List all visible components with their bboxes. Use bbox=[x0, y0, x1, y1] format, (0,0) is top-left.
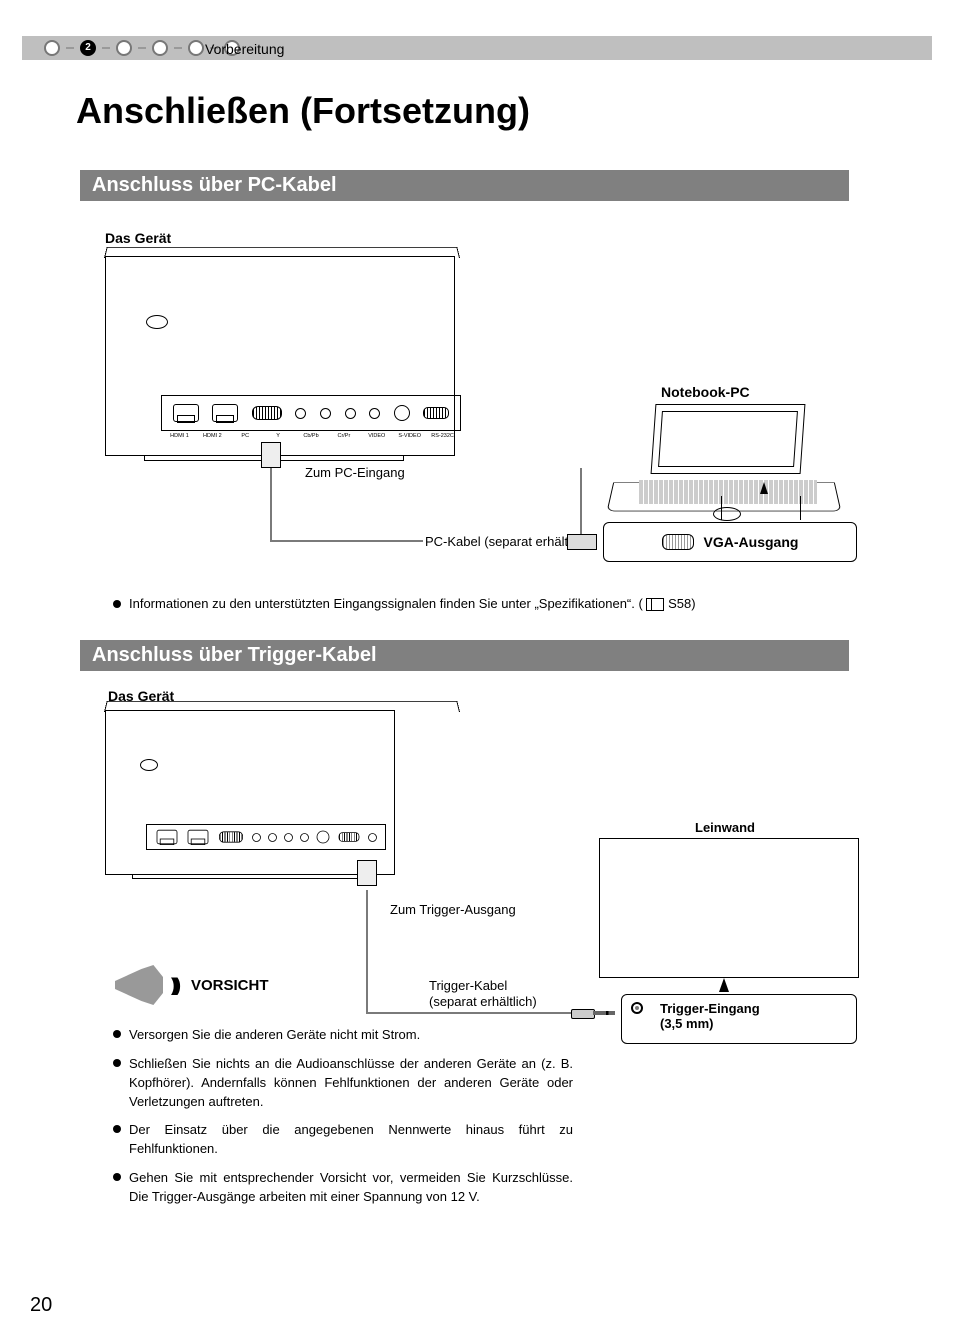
port-label: HDMI 1 bbox=[163, 433, 196, 439]
vga-port-icon bbox=[662, 534, 694, 550]
rca-port-icon bbox=[252, 833, 261, 842]
port-label: PC bbox=[229, 433, 262, 439]
step-2-active: 2 bbox=[80, 40, 96, 56]
trigger-input-label-line2: (3,5 mm) bbox=[660, 1016, 713, 1031]
bullet-icon bbox=[113, 1173, 121, 1181]
notebook-pc-label: Notebook-PC bbox=[661, 384, 750, 400]
vga-port-icon bbox=[219, 831, 243, 842]
hdmi-port-icon bbox=[212, 404, 238, 422]
rca-port-icon bbox=[369, 408, 380, 419]
step-line bbox=[138, 47, 146, 49]
caution-item: Gehen Sie mit entsprechender Vorsicht vo… bbox=[113, 1169, 573, 1207]
rca-port-icon bbox=[268, 833, 277, 842]
bullet-icon bbox=[113, 1059, 121, 1067]
caution-list: Versorgen Sie die anderen Geräte nicht m… bbox=[113, 1026, 573, 1217]
port-label: Cr/Pr bbox=[327, 433, 360, 439]
page-reference-icon bbox=[646, 598, 664, 611]
caution-label: VORSICHT bbox=[191, 977, 269, 994]
vga-connector-icon bbox=[261, 442, 281, 468]
projector-lens-icon bbox=[140, 759, 158, 771]
to-pc-input-label: Zum PC-Eingang bbox=[305, 465, 405, 480]
caution-text: Der Einsatz über die angegebenen Nennwer… bbox=[129, 1121, 573, 1159]
vga-output-label: VGA-Ausgang bbox=[704, 534, 799, 550]
rca-port-icon bbox=[300, 833, 309, 842]
port-label: HDMI 2 bbox=[196, 433, 229, 439]
caution-text: Schließen Sie nichts an die Audioanschlü… bbox=[129, 1055, 573, 1112]
page-title: Anschließen (Fortsetzung) bbox=[76, 90, 530, 132]
projection-screen-icon bbox=[599, 838, 859, 978]
hdmi-port-icon bbox=[173, 404, 199, 422]
caution-item: Versorgen Sie die anderen Geräte nicht m… bbox=[113, 1026, 573, 1045]
note-page-ref: S58) bbox=[668, 596, 695, 611]
port-labels-row: HDMI 1 HDMI 2 PC Y Cb/Pb Cr/Pr VIDEO S-V… bbox=[161, 433, 461, 439]
serial-port-icon bbox=[339, 832, 360, 842]
jack-plug-icon bbox=[571, 1006, 623, 1020]
header-section-label: Vorbereitung bbox=[205, 41, 284, 57]
bullet-icon bbox=[113, 1125, 121, 1133]
port-label: RS-232C bbox=[426, 433, 459, 439]
note-text: Informationen zu den unterstützten Einga… bbox=[129, 596, 643, 611]
rca-port-icon bbox=[320, 408, 331, 419]
projector-icon bbox=[105, 710, 395, 875]
diagram-pc-connection: HDMI 1 HDMI 2 PC Y Cb/Pb Cr/Pr VIDEO S-V… bbox=[105, 256, 859, 596]
port-label: Cb/Pb bbox=[295, 433, 328, 439]
notebook-screen bbox=[651, 404, 806, 474]
to-trigger-output-label: Zum Trigger-Ausgang bbox=[390, 902, 516, 917]
projector-icon: HDMI 1 HDMI 2 PC Y Cb/Pb Cr/Pr VIDEO S-V… bbox=[105, 256, 455, 456]
screen-label: Leinwand bbox=[695, 820, 755, 835]
trigger-cable-line2: (separat erhältlich) bbox=[429, 994, 537, 1009]
sound-waves-icon: ))) bbox=[171, 975, 177, 996]
caution-header: ))) VORSICHT bbox=[115, 965, 269, 1005]
step-4 bbox=[152, 40, 168, 56]
hdmi-port-icon bbox=[187, 830, 208, 844]
svideo-port-icon bbox=[394, 405, 410, 421]
bullet-icon bbox=[113, 600, 121, 608]
section-heading-trigger-cable: Anschluss über Trigger-Kabel bbox=[80, 640, 849, 671]
svideo-port-icon bbox=[317, 831, 330, 844]
port-label: VIDEO bbox=[360, 433, 393, 439]
rca-port-icon bbox=[295, 408, 306, 419]
bullet-icon bbox=[113, 1030, 121, 1038]
vga-port-icon bbox=[252, 406, 282, 420]
step-line bbox=[66, 47, 74, 49]
info-note: Informationen zu den unterstützten Einga… bbox=[113, 596, 696, 611]
trigger-cable-label: Trigger-Kabel (separat erhältlich) bbox=[429, 978, 537, 1009]
trigger-input-callout: Trigger-Eingang (3,5 mm) bbox=[621, 994, 857, 1044]
page-number: 20 bbox=[30, 1294, 52, 1317]
caution-item: Schließen Sie nichts an die Audioanschlü… bbox=[113, 1055, 573, 1112]
caution-text: Gehen Sie mit entsprechender Vorsicht vo… bbox=[129, 1169, 573, 1207]
plug-icon-wrap bbox=[567, 534, 597, 550]
callout-arrow bbox=[721, 496, 801, 520]
trigger-input-label-line1: Trigger-Eingang bbox=[660, 1001, 760, 1016]
vga-output-callout: VGA-Ausgang bbox=[603, 522, 857, 562]
rca-port-icon bbox=[284, 833, 293, 842]
step-line bbox=[174, 47, 182, 49]
port-label: S-VIDEO bbox=[393, 433, 426, 439]
vga-plug-icon bbox=[567, 534, 597, 550]
callout-arrow bbox=[719, 978, 729, 992]
step-5 bbox=[188, 40, 204, 56]
projector-base bbox=[132, 874, 362, 879]
trigger-port-icon bbox=[368, 833, 377, 842]
trigger-cable-line1: Trigger-Kabel bbox=[429, 978, 507, 993]
rca-port-icon bbox=[345, 408, 356, 419]
port-panel bbox=[161, 395, 461, 431]
hdmi-port-icon bbox=[156, 830, 177, 844]
diagram-trigger-connection: Zum Trigger-Ausgang Trigger-Kabel (separ… bbox=[105, 710, 859, 1040]
caution-text: Versorgen Sie die anderen Geräte nicht m… bbox=[129, 1026, 420, 1045]
megaphone-icon bbox=[115, 965, 163, 1005]
projector-lens-icon bbox=[146, 315, 168, 329]
step-1 bbox=[44, 40, 60, 56]
section-heading-pc-cable: Anschluss über PC-Kabel bbox=[80, 170, 849, 201]
step-line bbox=[102, 47, 110, 49]
step-3 bbox=[116, 40, 132, 56]
caution-item: Der Einsatz über die angegebenen Nennwer… bbox=[113, 1121, 573, 1159]
jack-connector-icon bbox=[357, 860, 377, 886]
device-label-1: Das Gerät bbox=[105, 230, 171, 246]
serial-port-icon bbox=[423, 407, 449, 419]
port-label: Y bbox=[262, 433, 295, 439]
port-panel bbox=[146, 824, 386, 850]
